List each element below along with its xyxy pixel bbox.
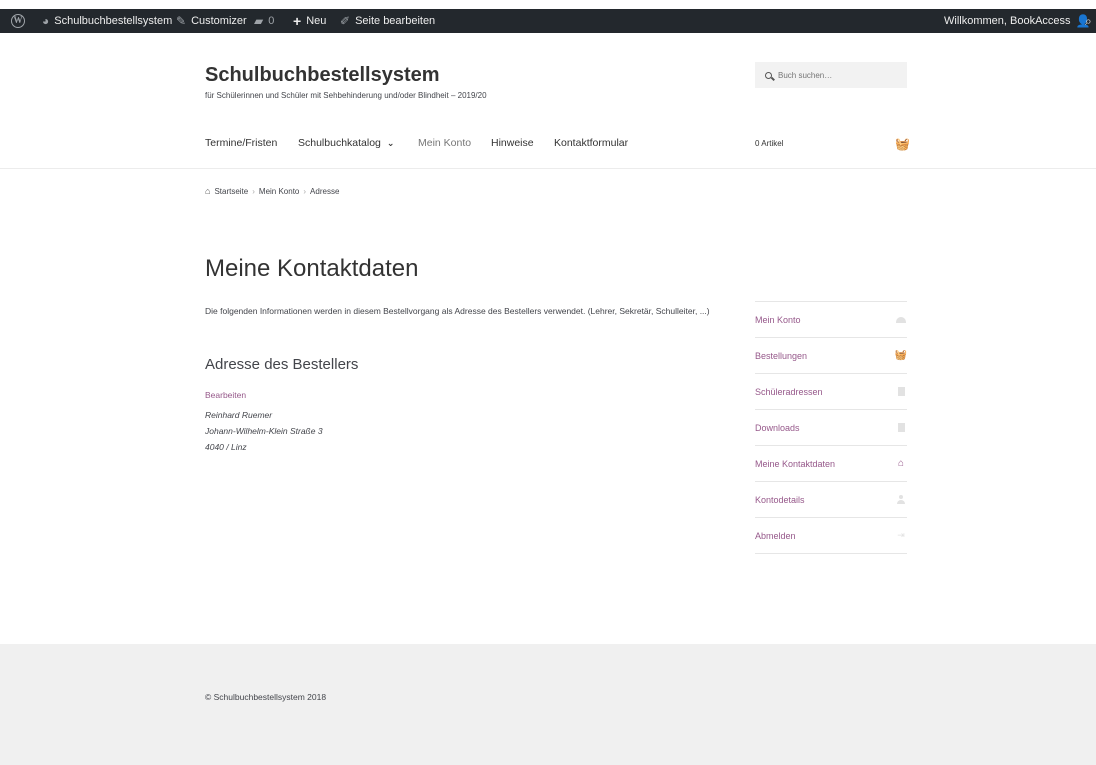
dashboard-icon: ◕ [42,14,50,28]
nav-item-schulbuchkatalog-label: Schulbuchkatalog [298,137,381,149]
address-city: 4040 / Linz [205,442,247,452]
account-nav-label: Downloads [755,422,800,433]
admin-search-button[interactable]: ⌕ [1085,9,1092,33]
home-icon: ⌂ [205,186,211,196]
customizer-label: Customizer [191,15,247,27]
basket-icon: 🧺 [894,350,908,361]
sign-out-icon: ⇥ [897,530,905,540]
account-nav-label: Schüleradressen [755,386,823,397]
nav-item-hinweise[interactable]: Hinweise [491,137,534,149]
account-nav-dashboard[interactable]: Mein Konto [755,302,907,338]
comments-count: 0 [268,15,275,27]
wordpress-menu[interactable]: W [11,9,25,33]
site-footer [0,644,1096,765]
chevron-down-icon: ⌄ [386,138,395,148]
site-title[interactable]: Schulbuchbestellsystem [205,64,440,87]
cart-count[interactable]: 0 Artikel [755,139,783,148]
basket-icon[interactable]: 🧺 [895,137,910,151]
account-nav-orders[interactable]: Bestellungen 🧺 [755,338,907,374]
admin-site-link[interactable]: ◕ Schulbuchbestellsystem [42,9,172,33]
account-nav-student-addresses[interactable]: Schüleradressen [755,374,907,410]
brush-icon: ✎ [176,14,187,28]
account-nav-label: Bestellungen [755,350,808,361]
account-menu[interactable]: Willkommen, BookAccess 👤 [944,9,1091,33]
file-icon [896,423,906,433]
welcome-label: Willkommen, BookAccess [944,15,1071,27]
address-block: Reinhard Ruemer Johann-Wilhelm-Klein Str… [205,407,323,455]
plus-icon: + [293,13,302,29]
header-divider [0,168,1096,169]
file-icon [896,387,906,397]
breadcrumb-account[interactable]: Mein Konto [259,187,299,196]
wordpress-logo-icon: W [11,14,25,28]
breadcrumb-separator: › [303,186,307,196]
new-label: Neu [306,15,327,27]
breadcrumb-home[interactable]: Startseite [214,187,248,196]
customizer-link[interactable]: ✎ Customizer [176,9,247,33]
edit-page-link[interactable]: ✐ Seite bearbeiten [340,9,435,33]
account-navigation: Mein Konto Bestellungen 🧺 Schüleradresse… [755,301,907,554]
search-input[interactable] [778,70,888,80]
user-icon [896,495,906,505]
home-icon: ⌂ [897,458,905,469]
breadcrumb-separator: › [252,186,255,196]
comment-icon: ▰ [254,14,264,28]
address-name: Reinhard Ruemer [205,410,273,420]
pencil-icon: ✐ [340,14,351,28]
account-nav-label: Mein Konto [755,314,801,325]
account-nav-label: Meine Kontaktdaten [755,458,836,469]
edit-address-link[interactable]: Bearbeiten [205,390,246,400]
footer-copyright: © Schulbuchbestellsystem 2018 [205,692,327,702]
account-nav-label: Abmelden [755,530,796,541]
dashboard-icon [896,315,906,325]
account-nav-label: Kontodetails [755,494,805,505]
search-icon: ⌕ [1085,14,1092,28]
address-heading: Adresse des Bestellers [205,356,359,373]
breadcrumb: ⌂ Startseite › Mein Konto › Adresse [205,186,339,196]
site-description: für Schülerinnen und Schüler mit Sehbehi… [205,91,487,100]
new-content-link[interactable]: + Neu [293,9,326,33]
nav-item-mein-konto[interactable]: Mein Konto [418,137,471,149]
admin-bar: W ◕ Schulbuchbestellsystem ✎ Customizer … [0,9,1096,33]
intro-text: Die folgenden Informationen werden in di… [205,306,710,316]
address-street: Johann-Wilhelm-Klein Straße 3 [205,426,323,436]
search-icon [765,71,772,79]
edit-page-label: Seite bearbeiten [355,15,436,27]
nav-item-schulbuchkatalog[interactable]: Schulbuchkatalog ⌄ [298,137,394,149]
nav-item-kontaktformular[interactable]: Kontaktformular [554,137,628,149]
comments-link[interactable]: ▰ 0 [254,9,274,33]
account-nav-contact-details[interactable]: Meine Kontaktdaten ⌂ [755,446,907,482]
account-nav-account-details[interactable]: Kontodetails [755,482,907,518]
page-title: Meine Kontaktdaten [205,255,419,282]
breadcrumb-current: Adresse [310,186,340,196]
search-box [755,62,907,88]
account-nav-logout[interactable]: Abmelden ⇥ [755,518,907,554]
nav-item-termine[interactable]: Termine/Fristen [205,137,277,149]
admin-site-name: Schulbuchbestellsystem [54,15,173,27]
account-nav-downloads[interactable]: Downloads [755,410,907,446]
